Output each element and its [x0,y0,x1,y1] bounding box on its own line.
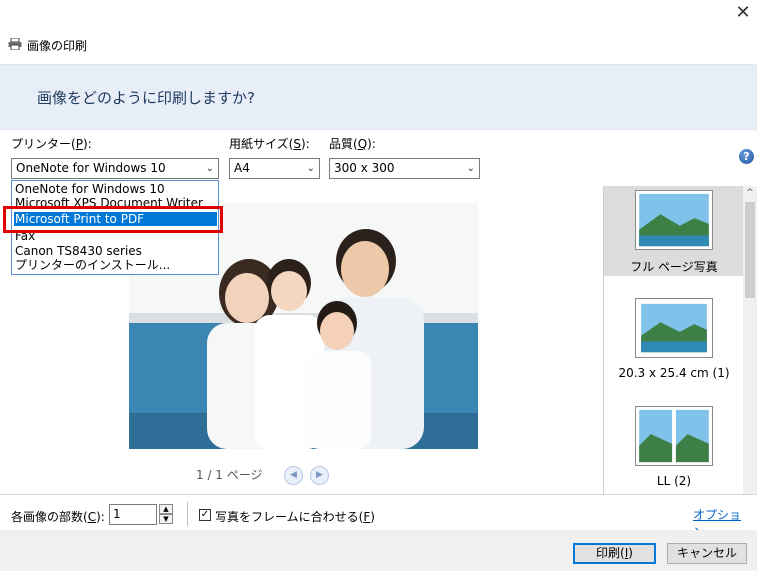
help-icon[interactable]: ? [739,149,754,164]
quality-value: 300 x 300 [334,161,395,175]
paper-size-label: 用紙サイズ(S): [229,137,310,151]
layout-panel: フル ページ写真 20.3 x 25.4 cm (1) LL (2) [603,186,744,494]
printer-option[interactable]: OneNote for Windows 10 [14,182,217,196]
window-title: 画像の印刷 [27,39,88,53]
chevron-down-icon: ⌄ [306,163,315,174]
quality-label: 品質(Q): [329,137,376,151]
printer-select[interactable]: OneNote for Windows 10 ⌄ [11,158,219,179]
printer-option[interactable]: プリンターのインストール... [14,258,217,272]
copies-input[interactable]: 1 [109,504,157,525]
previous-page-button[interactable]: ◀ [284,466,303,485]
printer-label: プリンター(P): [11,137,92,151]
fit-frame-checkbox[interactable]: ✓ [199,509,211,521]
printer-select-value: OneNote for Windows 10 [16,161,166,175]
scroll-up-icon[interactable]: ^ [743,188,757,200]
next-page-button[interactable]: ▶ [310,466,329,485]
printer-icon [8,38,22,50]
chevron-down-icon: ⌄ [466,163,475,174]
divider [187,502,188,526]
print-button[interactable]: 印刷(I) [573,543,656,564]
layout-label: LL (2) [656,474,692,488]
chevron-down-icon: ⌄ [205,163,214,174]
header-prompt: 画像をどのように印刷しますか? [37,89,255,107]
layout-8x10[interactable]: 20.3 x 25.4 cm (1) [604,286,744,386]
spin-down-button[interactable]: ▼ [159,514,173,524]
paper-size-select[interactable]: A4 ⌄ [229,158,320,179]
close-button[interactable]: ✕ [733,4,753,24]
layout-full-page[interactable]: フル ページ写真 [604,186,744,276]
layout-label: フル ページ写真 [630,260,718,274]
highlight-outline [3,206,223,233]
layout-label: 20.3 x 25.4 cm (1) [618,366,730,380]
spin-up-button[interactable]: ▲ [159,504,173,514]
two-up-thumbnail-icon [635,406,713,466]
landscape-thumbnail-icon [635,190,713,250]
fit-frame-label: 写真をフレームに合わせる(F) [215,510,375,524]
cancel-button[interactable]: キャンセル [667,543,747,564]
landscape-thumbnail-icon [635,298,713,358]
scrollbar-thumb[interactable] [745,202,755,298]
paper-size-value: A4 [234,161,250,175]
layout-ll-2[interactable]: LL (2) [604,398,744,494]
printer-option[interactable]: Canon TS8430 series [14,244,217,258]
copies-label: 各画像の部数(C): [11,510,105,524]
page-counter: 1 / 1 ページ [196,468,263,482]
quality-select[interactable]: 300 x 300 ⌄ [329,158,480,179]
divider [0,494,757,495]
